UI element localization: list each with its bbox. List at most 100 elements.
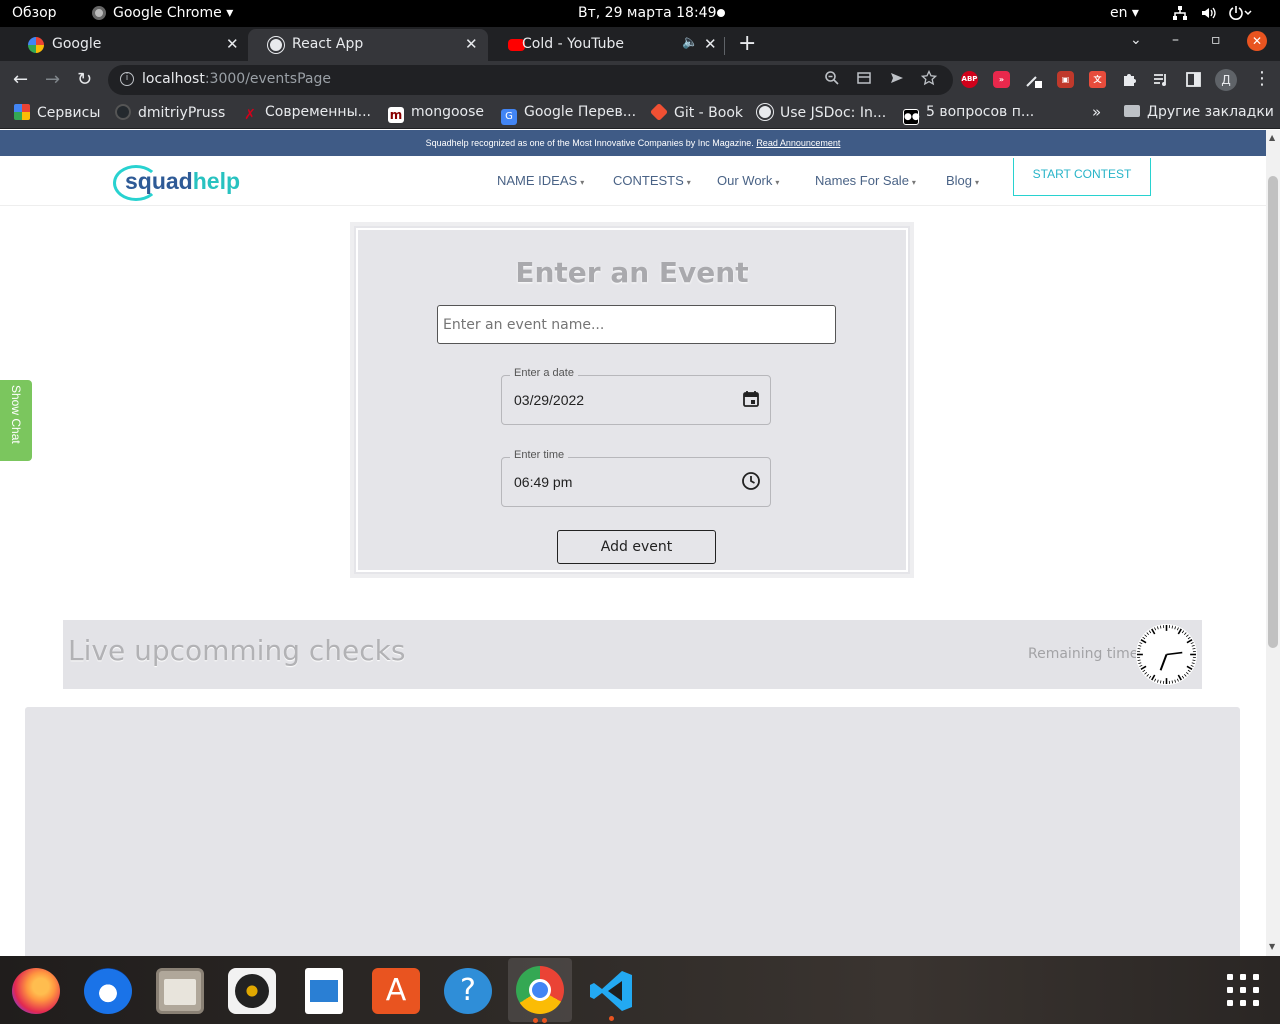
tab-title: Cold - YouTube bbox=[522, 36, 624, 52]
bookmarks-overflow-button[interactable]: » bbox=[1092, 103, 1101, 121]
calendar-icon[interactable] bbox=[741, 389, 761, 409]
running-indicator bbox=[542, 1018, 547, 1023]
close-tab-icon[interactable]: ✕ bbox=[226, 35, 239, 53]
chrome-menu-icon[interactable]: ⋮ bbox=[1253, 68, 1271, 89]
nav-blog[interactable]: Blog ▾ bbox=[946, 173, 979, 188]
google-translate-icon: G bbox=[501, 109, 517, 125]
start-contest-button[interactable]: START CONTEST bbox=[1013, 158, 1151, 196]
nav-contests[interactable]: CONTESTS ▾ bbox=[613, 173, 691, 188]
page-scrollbar[interactable]: ▲ ▼ bbox=[1266, 130, 1280, 956]
profile-avatar[interactable]: Д bbox=[1215, 69, 1237, 91]
firefox-icon[interactable] bbox=[12, 964, 60, 1014]
checks-title: Live upcomming checks bbox=[68, 634, 406, 667]
mongoose-icon: m bbox=[388, 107, 404, 123]
show-chat-tab[interactable]: Show Chat bbox=[0, 380, 32, 461]
analog-clock-icon bbox=[1135, 623, 1198, 686]
maximize-button[interactable]: ▫ bbox=[1211, 32, 1221, 48]
close-tab-icon[interactable]: ✕ bbox=[465, 35, 478, 53]
activities-button[interactable]: Обзор bbox=[12, 5, 57, 21]
nav-our-work[interactable]: Our Work ▾ bbox=[717, 173, 779, 188]
extensions-puzzle-icon[interactable] bbox=[1121, 71, 1138, 88]
network-icon[interactable] bbox=[1172, 5, 1188, 25]
thunderbird-icon[interactable] bbox=[84, 964, 132, 1014]
zoom-icon[interactable] bbox=[824, 70, 840, 90]
other-bookmarks-folder[interactable]: Другие закладки bbox=[1124, 104, 1274, 120]
date-label: Enter a date bbox=[510, 367, 578, 379]
announcement-bar: Squadhelp recognized as one of the Most … bbox=[0, 130, 1266, 156]
caret-down-icon: ▾ bbox=[975, 178, 980, 187]
vscode-icon[interactable] bbox=[588, 964, 636, 1021]
bookmark-questions[interactable]: ●● 5 вопросов п... bbox=[903, 104, 1034, 125]
apps-grid-icon bbox=[14, 104, 30, 120]
media-queue-icon[interactable] bbox=[1152, 71, 1169, 88]
globe-icon bbox=[757, 104, 773, 120]
browser-toolbar: ← → ↻ i localhost:3000/eventsPage ABP » … bbox=[0, 61, 1280, 99]
tab-title: React App bbox=[292, 36, 364, 52]
bookmark-translate[interactable]: G Google Перев... bbox=[501, 104, 636, 125]
rhythmbox-icon[interactable] bbox=[228, 964, 276, 1014]
bookmark-modern[interactable]: ✗ Современны... bbox=[242, 104, 371, 123]
scroll-up-arrow-icon[interactable]: ▲ bbox=[1269, 133, 1275, 142]
send-to-device-icon[interactable] bbox=[889, 70, 905, 90]
volume-icon[interactable] bbox=[1200, 5, 1216, 25]
new-tab-button[interactable]: + bbox=[738, 31, 756, 56]
event-form: Enter an Event Enter a date 03/29/2022 E… bbox=[356, 228, 908, 572]
bookmark-jsdoc[interactable]: Use JSDoc: In... bbox=[757, 104, 886, 121]
writer-icon[interactable] bbox=[300, 964, 348, 1014]
url-text[interactable]: localhost:3000/eventsPage bbox=[142, 71, 331, 87]
address-bar[interactable]: i localhost:3000/eventsPage bbox=[108, 65, 953, 95]
close-window-button[interactable]: ✕ bbox=[1247, 31, 1267, 51]
bookmark-star-icon[interactable] bbox=[920, 69, 938, 90]
chrome-icon[interactable] bbox=[508, 958, 572, 1023]
time-value[interactable]: 06:49 pm bbox=[514, 474, 572, 490]
bookmark-mongoose[interactable]: m mongoose bbox=[388, 104, 484, 123]
web-page: Squadhelp recognized as one of the Most … bbox=[0, 130, 1266, 956]
read-announcement-link[interactable]: Read Announcement bbox=[756, 138, 840, 148]
bookmark-github[interactable]: dmitriyPruss bbox=[115, 104, 225, 121]
app-menu[interactable]: Google Chrome ▾ bbox=[113, 5, 233, 21]
time-field[interactable]: Enter time 06:49 pm bbox=[501, 449, 771, 507]
nav-name-ideas[interactable]: NAME IDEAS ▾ bbox=[497, 173, 584, 188]
clock-icon[interactable] bbox=[741, 471, 761, 491]
add-event-button[interactable]: Add event bbox=[557, 530, 716, 564]
close-tab-icon[interactable]: ✕ bbox=[704, 35, 717, 53]
keyboard-layout[interactable]: en ▾ bbox=[1110, 5, 1139, 21]
site-info-icon[interactable]: i bbox=[120, 72, 134, 86]
minimize-button[interactable]: – bbox=[1172, 32, 1179, 48]
events-list bbox=[25, 707, 1240, 956]
side-panel-icon[interactable] bbox=[1185, 71, 1202, 88]
bookmark-services[interactable]: Сервисы bbox=[14, 104, 100, 121]
tab-google[interactable]: Google ✕ bbox=[8, 29, 248, 61]
event-name-input[interactable] bbox=[437, 305, 836, 344]
color-picker-extension-icon[interactable] bbox=[1025, 71, 1042, 88]
reload-button[interactable]: ↻ bbox=[77, 69, 92, 90]
date-field[interactable]: Enter a date 03/29/2022 bbox=[501, 367, 771, 425]
show-applications-icon[interactable] bbox=[1227, 974, 1261, 1008]
reader-mode-icon[interactable] bbox=[856, 70, 872, 90]
tab-search-icon[interactable]: ⌄ bbox=[1130, 32, 1142, 48]
adblock-extension-icon[interactable]: ABP bbox=[961, 71, 978, 88]
translate-extension-icon[interactable]: 文 bbox=[1089, 71, 1106, 88]
software-icon[interactable]: A bbox=[372, 964, 420, 1014]
site-header: squadhelp NAME IDEAS ▾ CONTESTS ▾ Our Work… bbox=[0, 156, 1266, 206]
power-icon[interactable] bbox=[1228, 5, 1254, 25]
tab-react-app[interactable]: React App ✕ bbox=[248, 29, 488, 61]
help-icon[interactable]: ? bbox=[444, 964, 492, 1014]
audio-playing-icon[interactable]: 🔈 bbox=[682, 35, 698, 50]
running-indicator bbox=[533, 1018, 538, 1023]
scroll-down-arrow-icon[interactable]: ▼ bbox=[1269, 942, 1275, 951]
forward-button[interactable]: → bbox=[45, 69, 60, 90]
react-devtools-extension-icon[interactable]: ▣ bbox=[1057, 71, 1074, 88]
bookmark-git-book[interactable]: Git - Book bbox=[649, 102, 743, 122]
date-value[interactable]: 03/29/2022 bbox=[514, 392, 584, 408]
clock[interactable]: Вт, 29 марта 18:49 bbox=[578, 5, 716, 21]
time-label: Enter time bbox=[510, 449, 569, 461]
tab-youtube[interactable]: Cold - YouTube 🔈 ✕ bbox=[488, 29, 724, 61]
back-button[interactable]: ← bbox=[13, 69, 28, 90]
video-speed-extension-icon[interactable]: » bbox=[993, 71, 1010, 88]
medium-icon: ●● bbox=[903, 109, 920, 125]
scroll-thumb[interactable] bbox=[1268, 176, 1278, 648]
squadhelp-logo[interactable]: squadhelp bbox=[113, 162, 243, 204]
nav-names-for-sale[interactable]: Names For Sale ▾ bbox=[815, 173, 916, 188]
files-icon[interactable] bbox=[156, 964, 204, 1014]
